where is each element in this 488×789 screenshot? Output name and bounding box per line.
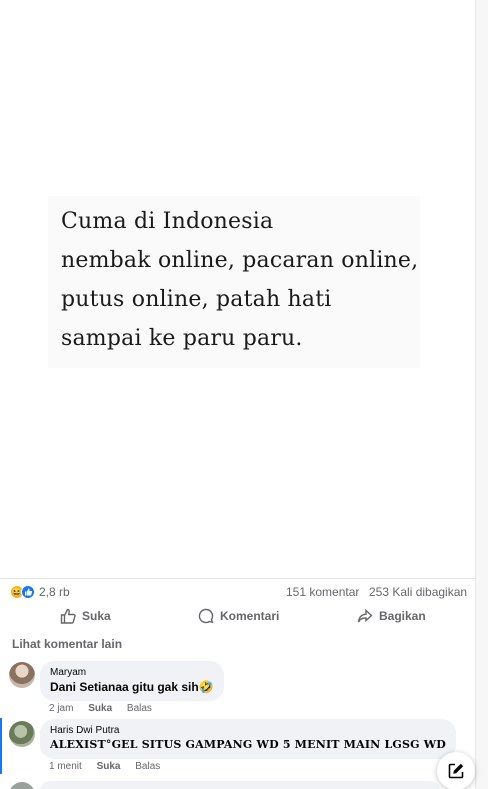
comment-bubble: [40, 781, 440, 789]
avatar[interactable]: [9, 782, 35, 789]
reactions-summary[interactable]: 😆 2,8 rb: [10, 585, 70, 599]
like-icon: [21, 585, 35, 599]
scrollbar[interactable]: [475, 0, 488, 789]
shares-count[interactable]: 253 Kali dibagikan: [369, 585, 467, 599]
comment-author[interactable]: Maryam: [50, 667, 214, 678]
comment-bubble: Maryam Dani Setianaa gitu gak sih🤣: [40, 661, 224, 701]
comment-time[interactable]: 2 jam: [49, 703, 73, 714]
like-label: Suka: [82, 609, 111, 623]
quote-line-1: Cuma di Indonesia: [61, 209, 274, 234]
share-button[interactable]: Bagikan: [357, 608, 426, 624]
view-more-comments[interactable]: Lihat komentar lain: [12, 637, 122, 651]
comment-icon: [198, 608, 214, 624]
comment-time[interactable]: 1 menit: [49, 761, 82, 772]
post-actions: Suka Komentari Bagikan: [0, 604, 475, 630]
comment-like-link[interactable]: Suka: [97, 761, 121, 772]
post-stats: 😆 2,8 rb 151 komentar 253 Kali dibagikan: [0, 578, 475, 606]
new-message-button[interactable]: [437, 752, 475, 789]
share-label: Bagikan: [379, 609, 426, 623]
comments-count[interactable]: 151 komentar: [286, 585, 359, 599]
thumbs-up-icon: [60, 608, 76, 624]
comment-button[interactable]: Komentari: [198, 608, 279, 624]
avatar[interactable]: [9, 721, 35, 747]
comment-reply-link[interactable]: Balas: [127, 703, 152, 714]
share-icon: [357, 608, 373, 623]
like-button[interactable]: Suka: [60, 608, 111, 624]
comment-bubble: Haris Dwi Putra ALEXIST°GEL SITUS GAMPAN…: [40, 719, 457, 759]
comment-meta: 2 jam Suka Balas: [49, 703, 164, 714]
comment-like-link[interactable]: Suka: [88, 703, 112, 714]
reactions-count: 2,8 rb: [39, 585, 70, 599]
comment-reply-link[interactable]: Balas: [135, 761, 160, 772]
comment-text: ALEXIST°GEL SITUS GAMPANG WD 5 MENIT MAI…: [50, 738, 447, 751]
comment-text: Dani Setianaa gitu gak sih🤣: [50, 680, 214, 694]
compose-icon: [448, 763, 464, 779]
comment-label: Komentari: [220, 609, 280, 623]
quote-line-2: nembak online, pacaran online,: [61, 248, 419, 273]
post-image[interactable]: Cuma di Indonesia nembak online, pacaran…: [0, 0, 475, 578]
quote-line-3: putus online, patah hati: [61, 287, 332, 312]
avatar[interactable]: [9, 662, 35, 688]
thread-indicator: [0, 718, 2, 774]
comment-meta: 1 menit Suka Balas: [49, 761, 172, 772]
comment-author[interactable]: Haris Dwi Putra: [50, 725, 446, 736]
quote-line-4: sampai ke paru paru.: [61, 326, 303, 351]
